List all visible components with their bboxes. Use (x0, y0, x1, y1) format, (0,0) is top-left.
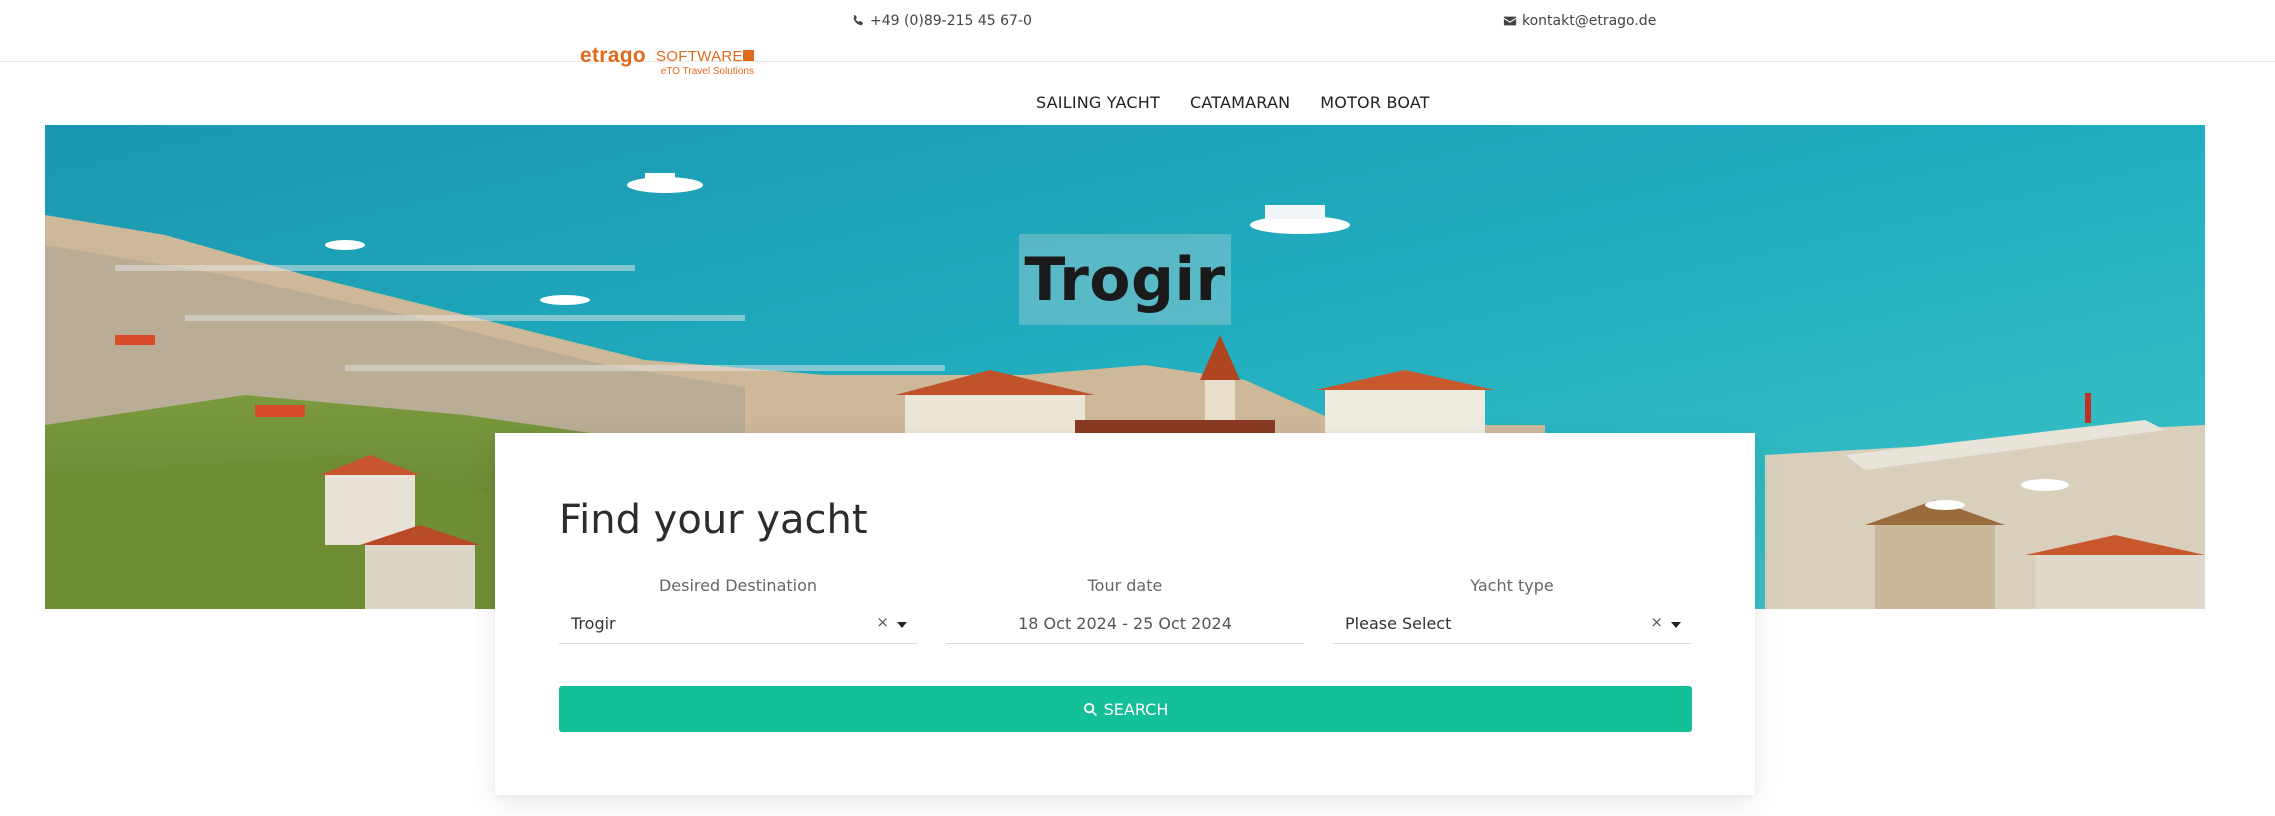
email-contact[interactable]: kontakt@etrago.de (1503, 13, 1656, 29)
top-bar: +49 (0)89-215 45 67-0 kontakt@etrago.de (0, 0, 2275, 62)
search-icon (1083, 702, 1097, 716)
destination-select[interactable]: Trogir × (559, 606, 917, 644)
etrago-logo[interactable]: etrago SOFTWARE eTO Travel Solutions (580, 44, 755, 80)
envelope-icon (1503, 16, 1517, 26)
destination-clear-icon[interactable]: × (876, 613, 889, 631)
phone-icon (853, 14, 863, 26)
email-address: kontakt@etrago.de (1522, 13, 1657, 29)
search-card-title: Find your yacht (559, 497, 868, 543)
logo-square-mark (743, 50, 754, 61)
tour-date-input[interactable]: 18 Oct 2024 - 25 Oct 2024 (946, 606, 1304, 644)
tour-date-value: 18 Oct 2024 - 25 Oct 2024 (1018, 614, 1232, 633)
yacht-type-clear-icon[interactable]: × (1650, 613, 1663, 631)
yacht-type-value: Please Select (1345, 614, 1452, 633)
yacht-type-label: Yacht type (1470, 576, 1554, 595)
phone-contact[interactable]: +49 (0)89-215 45 67-0 (851, 13, 1032, 29)
nav-sailing-yacht[interactable]: SAILING YACHT (1036, 93, 1160, 112)
hero-title-box: Trogir (1019, 234, 1231, 325)
phone-number: +49 (0)89-215 45 67-0 (870, 13, 1032, 29)
tour-date-label: Tour date (1087, 576, 1163, 595)
search-card: Find your yacht Desired Destination Trog… (495, 433, 1755, 795)
search-button-label: SEARCH (1103, 699, 1169, 719)
nav-motor-boat[interactable]: MOTOR BOAT (1320, 93, 1429, 112)
logo-brand-suffix: SOFTWARE (656, 48, 743, 65)
main-nav: SAILING YACHT CATAMARAN MOTOR BOAT (1036, 93, 1430, 112)
logo-tagline: eTO Travel Solutions (660, 66, 754, 77)
hero-title: Trogir (1024, 244, 1226, 315)
chevron-down-icon[interactable] (1671, 622, 1681, 628)
chevron-down-icon[interactable] (897, 622, 907, 628)
logo-brand: etrago (580, 44, 646, 67)
search-button[interactable]: SEARCH (559, 686, 1692, 732)
destination-value: Trogir (571, 614, 616, 633)
yacht-type-select[interactable]: Please Select × (1333, 606, 1691, 644)
nav-catamaran[interactable]: CATAMARAN (1190, 93, 1290, 112)
destination-label: Desired Destination (658, 576, 818, 595)
